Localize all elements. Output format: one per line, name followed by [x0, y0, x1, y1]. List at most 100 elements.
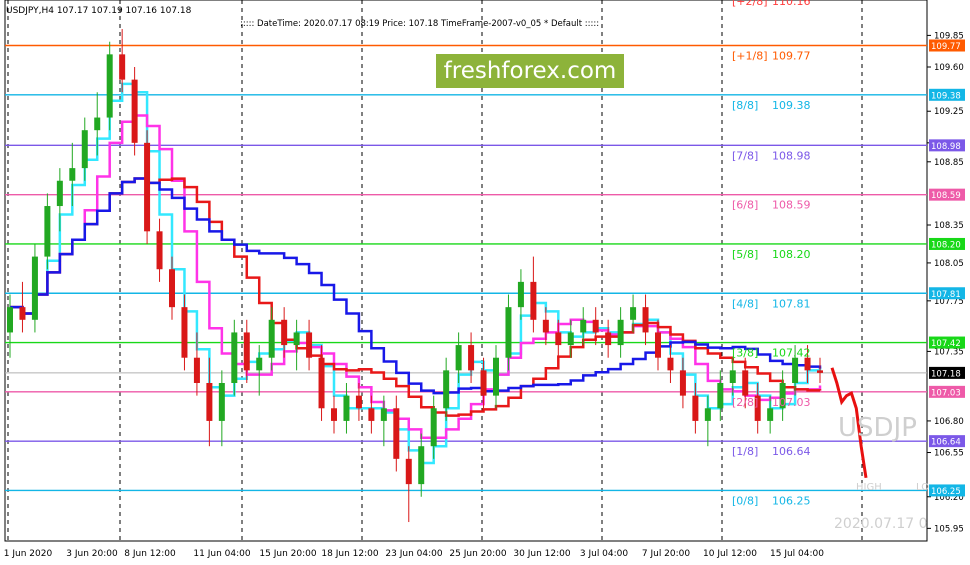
y-tick-label: 106.55	[934, 449, 964, 459]
x-tick-label: 8 Jun 12:00	[124, 549, 176, 559]
candle-body	[530, 281, 537, 320]
symbol-info: USDJPY,H4 107.17 107.19 107.16 107.18	[6, 6, 192, 16]
candle-body	[144, 142, 151, 232]
candle-body	[318, 357, 325, 409]
level-value: 109.38	[772, 99, 811, 112]
candle-body	[169, 269, 175, 308]
level-value: 110.16	[772, 0, 811, 8]
candle-body	[717, 382, 724, 409]
current-price-label: 107.18	[931, 369, 961, 379]
y-tick-label: 108.35	[934, 221, 964, 231]
x-tick-label: 1 Jun 2020	[4, 549, 53, 559]
candle-body	[630, 307, 637, 320]
level-value: 109.77	[772, 50, 811, 63]
candle-body	[817, 370, 823, 373]
candle-body	[617, 319, 624, 346]
candle-body	[231, 332, 238, 383]
level-price-tag-label: 108.98	[931, 142, 961, 152]
level-value: 107.03	[772, 396, 811, 409]
time-axis[interactable]: 1 Jun 2020 3 Jun 20:00 8 Jun 12:00 11 Jun 0…	[4, 549, 824, 559]
candle-body	[19, 307, 26, 320]
level-price-tag-label: 109.77	[931, 42, 961, 52]
y-tick-label: 105.95	[934, 524, 964, 534]
candle-body	[580, 319, 587, 333]
candle-body	[306, 332, 313, 358]
level-price-tag-label: 108.20	[931, 240, 961, 250]
level-price-tag-label: 107.81	[931, 290, 961, 300]
candle-body	[742, 370, 749, 396]
candle-body	[542, 319, 549, 333]
level-name: [+1/8]	[732, 50, 768, 63]
candle-body	[44, 206, 51, 257]
price-axis[interactable]: 109.85109.60109.25109.00108.85108.35108.…	[927, 31, 965, 534]
brand-watermark: freshforex.com	[436, 54, 624, 88]
y-tick-label: 108.05	[934, 259, 964, 269]
candle-body	[792, 357, 799, 383]
candle-body	[256, 357, 263, 371]
candle-body	[517, 281, 524, 308]
candle-body	[692, 395, 699, 421]
high-label: HIGH	[856, 482, 882, 493]
candle-body	[592, 319, 599, 333]
x-tick-label: 15 Jun 20:00	[259, 549, 316, 559]
candle-body	[331, 408, 337, 421]
level-name: [3/8]	[732, 347, 758, 360]
candle-body	[7, 307, 13, 333]
candle-body	[181, 307, 188, 358]
candle-body	[667, 357, 674, 371]
x-tick-label: 3 Jun 20:00	[66, 549, 118, 559]
candle-body	[430, 408, 437, 447]
level-price-tag-label: 109.38	[931, 91, 961, 101]
candle-body	[56, 180, 63, 207]
candle-body	[94, 117, 101, 131]
candle-body	[106, 54, 113, 118]
level-name: [4/8]	[732, 297, 758, 310]
candle-body	[567, 332, 574, 346]
candle-body	[655, 332, 661, 358]
level-value: 106.64	[772, 445, 811, 458]
candle-body	[156, 231, 163, 270]
candle-body	[605, 332, 612, 346]
candle-body	[193, 357, 200, 383]
candle-body	[131, 79, 138, 143]
level-price-tag-label: 106.64	[931, 438, 961, 448]
candle-body	[704, 408, 711, 421]
x-tick-label: 23 Jun 04:00	[385, 549, 442, 559]
candle-body	[555, 332, 562, 346]
y-tick-label: 109.25	[934, 107, 964, 117]
low-label: LO	[916, 482, 930, 493]
y-tick-label: 106.80	[934, 417, 964, 427]
x-tick-label: 15 Jul 04:00	[770, 549, 824, 559]
candle-body	[767, 408, 774, 421]
candle-body	[380, 408, 387, 421]
x-tick-label: 3 Jul 04:00	[580, 549, 629, 559]
candle-body	[405, 458, 412, 485]
level-name: [+2/8]	[732, 0, 768, 8]
level-value: 108.59	[772, 199, 811, 212]
candle-body	[81, 130, 88, 169]
x-tick-label: 25 Jun 20:00	[449, 549, 506, 559]
level-value: 108.20	[772, 248, 811, 261]
level-name: [8/8]	[732, 99, 758, 112]
candle-body	[368, 408, 375, 421]
level-name: [1/8]	[732, 445, 758, 458]
level-value: 108.98	[772, 149, 811, 162]
level-name: [0/8]	[732, 494, 758, 507]
candle-body	[493, 357, 499, 396]
x-tick-label: 18 Jun 12:00	[321, 549, 378, 559]
candle-body	[505, 307, 512, 358]
candle-body	[243, 332, 250, 371]
level-value: 107.81	[772, 297, 811, 310]
candle-body	[393, 408, 400, 459]
candle-body	[468, 345, 475, 371]
level-name: [2/8]	[732, 396, 758, 409]
indicator-info-line: ::::: DateTime: 2020.07.17 08:19 Price: …	[240, 19, 600, 29]
candle-body	[69, 168, 76, 181]
candle-body	[679, 370, 686, 396]
y-tick-label: 109.60	[934, 63, 964, 73]
level-value: 106.25	[772, 494, 811, 507]
x-tick-label: 7 Jul 20:00	[642, 549, 691, 559]
level-price-tag-label: 107.03	[931, 388, 961, 398]
y-tick-label: 108.85	[934, 158, 964, 168]
level-price-tag-label: 106.25	[931, 487, 961, 497]
